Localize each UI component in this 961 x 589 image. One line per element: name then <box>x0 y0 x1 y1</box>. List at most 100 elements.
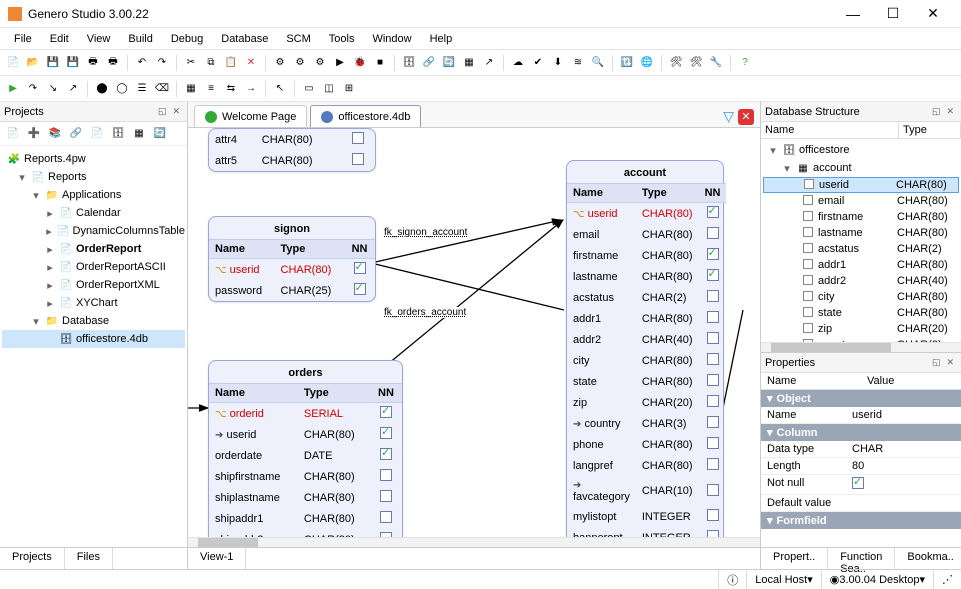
paste-icon[interactable]: 📋 <box>222 54 240 72</box>
twisty-icon[interactable]: ▸ <box>44 243 56 256</box>
wrench-icon[interactable]: 🔧 <box>707 54 725 72</box>
arrow-icon[interactable]: ⇆ <box>222 80 240 98</box>
save-all-icon[interactable]: 💾 <box>64 54 82 72</box>
checkbox-icon[interactable] <box>707 227 719 239</box>
column-row[interactable]: passwordCHAR(25) <box>209 280 375 301</box>
prop-row-length[interactable]: Length80 <box>761 458 961 475</box>
prop-section-formfield[interactable]: ▾Formfield <box>761 512 961 529</box>
tree-node[interactable]: ▸📄OrderReportASCII <box>2 258 185 276</box>
tree-node[interactable]: ▸📄OrderReport <box>2 240 185 258</box>
copy-icon[interactable]: ⧉ <box>202 54 220 72</box>
proj-link-icon[interactable]: 🔗 <box>67 125 85 143</box>
save-icon[interactable]: 💾 <box>44 54 62 72</box>
checkbox-icon[interactable] <box>707 206 719 218</box>
db-export-icon[interactable]: ↗ <box>480 54 498 72</box>
tree-node[interactable]: 🗄officestore.4db <box>2 330 185 348</box>
dbstruct-column[interactable]: addr2CHAR(40) <box>763 273 959 289</box>
menu-build[interactable]: Build <box>120 31 160 47</box>
prop-section-object[interactable]: ▾Object <box>761 390 961 407</box>
projects-tab[interactable]: Projects <box>0 548 65 569</box>
column-row[interactable]: phoneCHAR(80) <box>567 434 726 455</box>
proj-new-icon[interactable]: 📄 <box>4 125 22 143</box>
checkbox-icon[interactable] <box>354 262 366 274</box>
column-row[interactable]: ➔ useridCHAR(80) <box>209 424 402 445</box>
column-row[interactable]: addr1CHAR(80) <box>567 308 726 329</box>
table-node[interactable]: ▾▦account <box>763 159 959 177</box>
column-row[interactable]: ⌥ orderidSERIAL <box>209 403 402 425</box>
tool-b-icon[interactable]: 🛠 <box>687 54 705 72</box>
pane-close-icon[interactable]: ✕ <box>169 106 183 117</box>
close-tab-icon[interactable]: ✕ <box>738 109 754 125</box>
tree-node[interactable]: ▾📁Database <box>2 312 185 330</box>
checkbox-icon[interactable] <box>707 530 719 537</box>
tree-node[interactable]: ▸📄XYChart <box>2 294 185 312</box>
dbstruct-column[interactable]: acstatusCHAR(2) <box>763 241 959 257</box>
horizontal-scrollbar[interactable] <box>188 537 760 547</box>
rebuild-icon[interactable]: ⚙ <box>291 54 309 72</box>
column-row[interactable]: shipfirstnameCHAR(80) <box>209 466 402 487</box>
checkbox-icon[interactable] <box>380 532 392 537</box>
proj-add-icon[interactable]: ➕ <box>25 125 43 143</box>
checkbox-icon[interactable] <box>707 353 719 365</box>
build-icon[interactable]: ⚙ <box>271 54 289 72</box>
diagram-table-frag[interactable]: attr4CHAR(80)attr5CHAR(80) <box>208 128 376 172</box>
checkbox-icon[interactable] <box>707 332 719 344</box>
menu-debug[interactable]: Debug <box>163 31 211 47</box>
db-node[interactable]: ▾🗄officestore <box>763 141 959 159</box>
align-icon[interactable]: ≡ <box>202 80 220 98</box>
twisty-icon[interactable]: ▸ <box>44 261 56 274</box>
twisty-icon[interactable]: ▾ <box>30 189 42 202</box>
column-row[interactable]: ⌥ useridCHAR(80) <box>209 259 375 281</box>
prop-row-name[interactable]: Nameuserid <box>761 407 961 424</box>
menu-database[interactable]: Database <box>213 31 276 47</box>
dbstruct-column[interactable]: addr1CHAR(80) <box>763 257 959 273</box>
column-row[interactable]: shipaddr1CHAR(80) <box>209 508 402 529</box>
status-version[interactable]: ◉ 3.00.04 Desktop ▾ <box>821 570 933 589</box>
status-info-icon[interactable]: ⓘ <box>718 570 746 589</box>
menu-window[interactable]: Window <box>364 31 419 47</box>
stop-icon[interactable]: ■ <box>371 54 389 72</box>
proj-lib-icon[interactable]: 📚 <box>46 125 64 143</box>
scm-update-icon[interactable]: ⬇ <box>549 54 567 72</box>
refresh-icon[interactable]: 🔃 <box>618 54 636 72</box>
open-icon[interactable]: 📂 <box>24 54 42 72</box>
files-tab[interactable]: Files <box>65 548 113 569</box>
proj-db-icon[interactable]: 🗄 <box>109 125 127 143</box>
checkbox-icon[interactable] <box>352 132 364 144</box>
panel2-icon[interactable]: ⊞ <box>340 80 358 98</box>
step-into-icon[interactable]: ↘ <box>44 80 62 98</box>
step-out-icon[interactable]: ↗ <box>64 80 82 98</box>
checkbox-icon[interactable] <box>380 406 392 418</box>
column-row[interactable]: zipCHAR(20) <box>567 392 726 413</box>
compile-icon[interactable]: ⚙ <box>311 54 329 72</box>
run-icon[interactable]: ▶ <box>331 54 349 72</box>
pane-close-icon[interactable]: ✕ <box>943 106 957 117</box>
arrow2-icon[interactable]: → <box>242 80 260 98</box>
tab-welcome[interactable]: Welcome Page <box>194 105 307 127</box>
pane-float-icon[interactable]: ◱ <box>929 106 944 117</box>
checkbox-icon[interactable] <box>707 509 719 521</box>
column-row[interactable]: ➔ countryCHAR(3) <box>567 413 726 434</box>
checkbox-icon[interactable] <box>707 395 719 407</box>
dbstruct-column[interactable]: cityCHAR(80) <box>763 289 959 305</box>
breakpoint-icon[interactable]: ⬤ <box>93 80 111 98</box>
twisty-icon[interactable]: ▾ <box>30 315 42 328</box>
pane-close-icon[interactable]: ✕ <box>943 357 957 368</box>
menu-file[interactable]: File <box>6 31 40 47</box>
checkbox-icon[interactable] <box>380 490 392 502</box>
search-icon[interactable]: 🔍 <box>589 54 607 72</box>
column-row[interactable]: acstatusCHAR(2) <box>567 287 726 308</box>
twisty-icon[interactable]: ▸ <box>44 225 54 238</box>
cut-icon[interactable]: ✂ <box>182 54 200 72</box>
new-icon[interactable]: 📄 <box>4 54 22 72</box>
checkbox-icon[interactable] <box>707 311 719 323</box>
dbstruct-column[interactable]: lastnameCHAR(80) <box>763 225 959 241</box>
prop-section-column[interactable]: ▾Column <box>761 424 961 441</box>
diagram-table-account[interactable]: account Name Type NN ⌥ useridCHAR(80)ema… <box>566 160 724 537</box>
checkbox-icon[interactable] <box>707 269 719 281</box>
dbstruct-column[interactable]: useridCHAR(80) <box>763 177 959 193</box>
checkbox-icon[interactable] <box>707 374 719 386</box>
prop-row-notnull[interactable]: Not null <box>761 475 961 495</box>
pane-float-icon[interactable]: ◱ <box>929 357 944 368</box>
undo-icon[interactable]: ↶ <box>133 54 151 72</box>
